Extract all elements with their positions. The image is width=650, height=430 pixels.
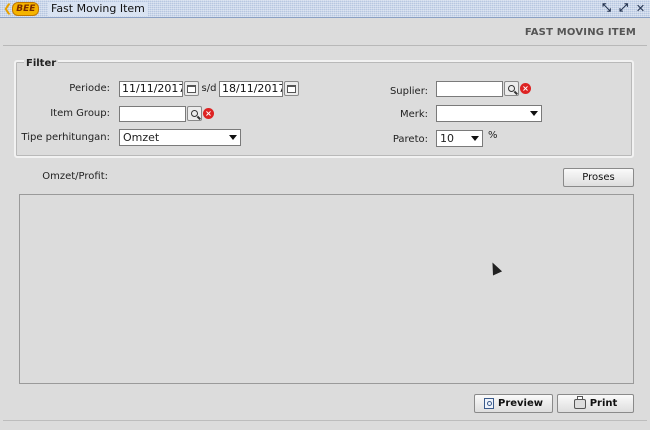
suplier-input[interactable] — [436, 81, 503, 97]
print-button-label: Print — [589, 398, 618, 409]
print-button[interactable]: Print — [557, 394, 634, 413]
results-panel[interactable] — [19, 194, 634, 384]
back-arrow-icon[interactable]: ❮ — [3, 2, 12, 15]
merk-select[interactable] — [436, 105, 542, 122]
chevron-down-icon — [530, 111, 538, 116]
preview-icon — [483, 398, 494, 409]
clear-icon: × — [520, 83, 531, 94]
divider — [3, 420, 647, 421]
suplier-label: Suplier: — [389, 86, 428, 97]
periode-label: Periode: — [69, 83, 110, 94]
window-titlebar: ❮ BEE Fast Moving Item ⤡ ⤢ ✕ — [0, 0, 650, 18]
item-group-input[interactable] — [119, 106, 186, 122]
search-icon — [191, 110, 198, 117]
date-to-input[interactable]: 18/11/2017 — [219, 81, 283, 97]
calendar-from-button[interactable] — [184, 81, 199, 96]
omzet-profit-label: Omzet/Profit: — [42, 171, 108, 182]
calendar-icon — [187, 84, 196, 93]
printer-icon — [573, 395, 586, 409]
bee-logo: ❮ BEE — [3, 1, 43, 16]
item-group-label: Item Group: — [50, 108, 110, 119]
clear-icon: × — [203, 108, 214, 119]
proses-button-label: Proses — [582, 172, 615, 183]
divider — [3, 45, 647, 46]
preview-button[interactable]: Preview — [474, 394, 553, 413]
calendar-to-button[interactable] — [284, 81, 299, 96]
preview-button-label: Preview — [497, 398, 543, 409]
item-group-clear-button[interactable]: × — [201, 106, 216, 121]
chevron-down-icon — [471, 136, 479, 141]
chevron-down-icon — [229, 135, 237, 140]
date-separator: s/d — [201, 83, 217, 94]
search-icon — [508, 85, 515, 92]
filter-legend: Filter — [24, 58, 59, 69]
item-group-search-button[interactable] — [187, 106, 202, 121]
suplier-clear-button[interactable]: × — [518, 81, 533, 96]
bee-logo-text: BEE — [12, 1, 40, 16]
tipe-perhitungan-select[interactable]: Omzet — [119, 129, 241, 146]
proses-button[interactable]: Proses — [563, 168, 634, 187]
window-title: Fast Moving Item — [48, 2, 148, 16]
tipe-perhitungan-label: Tipe perhitungan: — [21, 132, 110, 143]
tipe-perhitungan-value: Omzet — [123, 131, 160, 144]
pareto-unit: % — [488, 130, 498, 141]
date-from-input[interactable]: 11/11/2017 — [119, 81, 183, 97]
pareto-select[interactable]: 10 — [436, 130, 483, 147]
restore-icon[interactable]: ⤡ — [600, 1, 613, 15]
merk-label: Merk: — [399, 109, 428, 120]
pareto-label: Pareto: — [392, 134, 428, 145]
calendar-icon — [287, 84, 296, 93]
suplier-search-button[interactable] — [504, 81, 519, 96]
maximize-icon[interactable]: ⤢ — [617, 1, 630, 15]
close-icon[interactable]: ✕ — [634, 1, 647, 15]
pareto-value: 10 — [440, 132, 454, 145]
page-title: FAST MOVING ITEM — [524, 27, 636, 38]
